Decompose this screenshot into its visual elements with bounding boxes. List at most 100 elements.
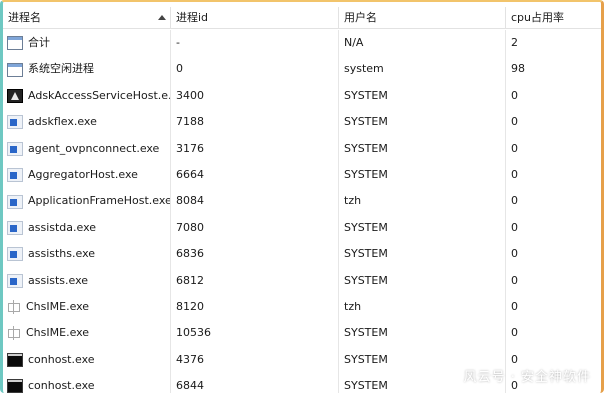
process-name-cell: AdskAccessServiceHost.e...	[3, 82, 171, 110]
column-header-label: cpu占用率	[511, 11, 565, 24]
table-row[interactable]: adskflex.exe 7188 SYSTEM 0	[3, 109, 601, 136]
exe-icon	[7, 273, 23, 288]
process-list-window: 进程名 进程id 用户名 cpu占用率 合计 - N/A 2 系统空闲进程 0 system…	[0, 0, 604, 393]
user-name-cell: SYSTEM	[339, 135, 506, 162]
cpu-usage-cell: 0	[511, 326, 518, 340]
process-name: 系统空闲进程	[28, 62, 94, 76]
exe-icon	[7, 141, 23, 156]
user-name-cell: SYSTEM	[339, 109, 506, 136]
user-name-cell: system	[339, 56, 506, 83]
user-name-cell: SYSTEM	[339, 214, 506, 242]
cpu-usage-cell: 0	[511, 194, 518, 208]
cpu-usage-cell: 0	[511, 299, 518, 313]
process-id-cell: 10536	[171, 320, 339, 347]
process-id-cell: 7080	[171, 214, 339, 242]
process-id-cell: 8084	[171, 188, 339, 215]
process-name: adskflex.exe	[28, 115, 97, 129]
process-id-cell: -	[171, 30, 339, 57]
process-name: assistda.exe	[28, 220, 97, 234]
exe-icon	[7, 168, 23, 183]
console-icon	[7, 352, 23, 367]
exe-icon	[7, 194, 23, 209]
process-id-cell: 0	[171, 56, 339, 83]
process-id-cell: 6836	[171, 241, 339, 268]
user-name-cell: SYSTEM	[339, 267, 506, 294]
table-row[interactable]: assists.exe 6812 SYSTEM 0	[3, 267, 601, 294]
table-row[interactable]: assistda.exe 7080 SYSTEM 0	[3, 214, 601, 242]
process-name: agent_ovpnconnect.exe	[28, 141, 160, 155]
process-id-cell: 8120	[171, 293, 339, 321]
process-name-cell: assists.exe	[3, 267, 171, 294]
process-name: ApplicationFrameHost.exe	[28, 194, 171, 208]
column-header-user-name[interactable]: 用户名	[339, 7, 506, 29]
process-id-cell: 4376	[171, 346, 339, 374]
cpu-usage-cell: 0	[511, 141, 518, 155]
table-row[interactable]: ApplicationFrameHost.exe 8084 tzh 0	[3, 188, 601, 215]
process-id-cell: 6812	[171, 267, 339, 294]
column-header-label: 用户名	[344, 11, 377, 24]
table-row[interactable]: agent_ovpnconnect.exe 3176 SYSTEM 0	[3, 135, 601, 162]
sort-ascending-icon	[158, 15, 166, 20]
process-name-cell: conhost.exe	[3, 373, 171, 393]
table-row[interactable]: 合计 - N/A 2	[3, 30, 601, 57]
process-name-cell: 系统空闲进程	[3, 56, 171, 83]
process-id-cell: 3176	[171, 135, 339, 162]
user-name-cell: N/A	[339, 30, 506, 57]
process-name-cell: 合计	[3, 30, 171, 57]
process-name: conhost.exe	[28, 352, 95, 366]
process-name: ChsIME.exe	[26, 326, 90, 340]
process-name-cell: ChsIME.exe	[3, 293, 171, 321]
chs-ime-icon	[7, 300, 21, 315]
process-id-cell: 3400	[171, 82, 339, 110]
process-id-cell: 6664	[171, 161, 339, 189]
cpu-usage-cell: 0	[511, 167, 518, 181]
column-header-label: 进程名	[8, 11, 41, 24]
process-name-cell: adskflex.exe	[3, 109, 171, 136]
process-table-body: 合计 - N/A 2 系统空闲进程 0 system 98 AdskAccessServiceH…	[3, 30, 601, 393]
column-header-process-id[interactable]: 进程id	[171, 7, 339, 29]
user-name-cell: tzh	[339, 293, 506, 321]
user-name-cell: SYSTEM	[339, 82, 506, 110]
cpu-usage-cell: 0	[511, 115, 518, 129]
exe-icon	[7, 115, 23, 130]
watermark-text: 风云号 · 安全神软件	[463, 370, 591, 385]
user-name-cell: tzh	[339, 188, 506, 215]
column-header-process-name[interactable]: 进程名	[3, 7, 171, 29]
chs-ime-icon	[7, 326, 21, 341]
process-name: AggregatorHost.exe	[28, 167, 138, 181]
cpu-usage-cell: 2	[511, 36, 518, 49]
process-name-cell: ChsIME.exe	[3, 320, 171, 347]
cpu-usage-cell: 0	[511, 220, 518, 234]
user-name-cell: SYSTEM	[339, 241, 506, 268]
column-header-label: 进程id	[176, 11, 209, 24]
process-name-cell: conhost.exe	[3, 346, 171, 374]
process-id-cell: 6844	[171, 373, 339, 393]
process-name-cell: assistda.exe	[3, 214, 171, 242]
table-row[interactable]: ChsIME.exe 10536 SYSTEM 0	[3, 320, 601, 347]
process-name: conhost.exe	[28, 379, 95, 393]
process-name: assists.exe	[28, 273, 89, 287]
cpu-usage-cell: 0	[511, 247, 518, 261]
cpu-usage-cell: 0	[511, 273, 518, 287]
exe-icon	[7, 220, 23, 235]
cpu-usage-cell: 98	[511, 62, 525, 76]
table-row[interactable]: ChsIME.exe 8120 tzh 0	[3, 293, 601, 321]
window-icon	[7, 36, 23, 51]
process-name: AdskAccessServiceHost.e...	[28, 88, 171, 102]
table-header: 进程名 进程id 用户名 cpu占用率	[3, 7, 601, 29]
process-name-cell: assisths.exe	[3, 241, 171, 268]
window-icon	[7, 62, 23, 77]
column-header-cpu-usage[interactable]: cpu占用率	[506, 7, 601, 29]
table-row[interactable]: 系统空闲进程 0 system 98	[3, 56, 601, 83]
process-name-cell: ApplicationFrameHost.exe	[3, 188, 171, 215]
process-name: assisths.exe	[28, 247, 96, 261]
table-row[interactable]: assisths.exe 6836 SYSTEM 0	[3, 241, 601, 268]
exe-icon	[7, 247, 23, 262]
process-name: ChsIME.exe	[26, 299, 90, 313]
process-name-cell: agent_ovpnconnect.exe	[3, 135, 171, 162]
table-row[interactable]: AggregatorHost.exe 6664 SYSTEM 0	[3, 161, 601, 189]
process-id-cell: 7188	[171, 109, 339, 136]
user-name-cell: SYSTEM	[339, 320, 506, 347]
process-name-cell: AggregatorHost.exe	[3, 161, 171, 189]
table-row[interactable]: AdskAccessServiceHost.e... 3400 SYSTEM 0	[3, 82, 601, 110]
